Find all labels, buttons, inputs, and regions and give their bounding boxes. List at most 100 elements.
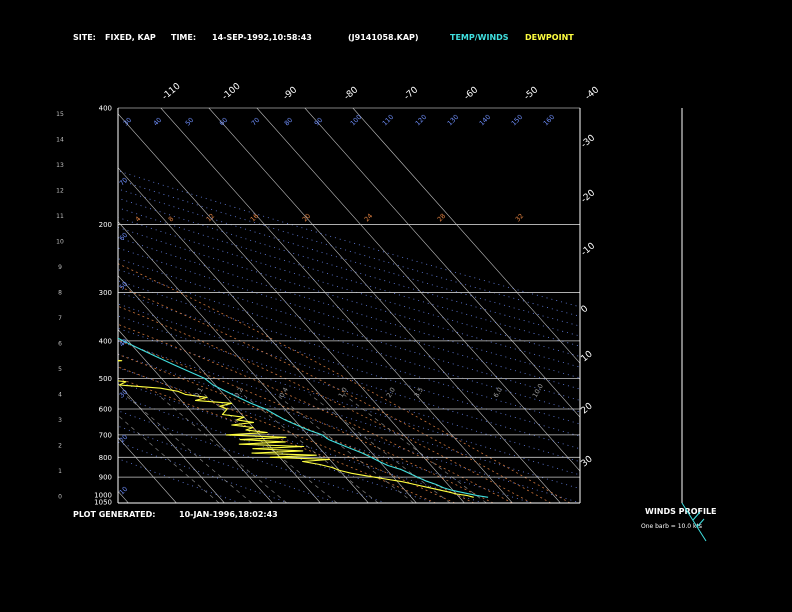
isotherm-right-label: 10 [580, 349, 595, 364]
pressure-tick-label: 900 [99, 474, 112, 482]
isotherm-line [160, 108, 513, 503]
dry-adiabat-label: 150 [510, 113, 524, 127]
height-tick-label: 10 [56, 239, 64, 246]
moist-adiabat [118, 285, 551, 503]
mixing-ratio-line [309, 394, 451, 503]
isotherm-top-label: -60 [463, 85, 481, 102]
height-tick-label: 4 [58, 392, 62, 399]
pressure-tick-label: 700 [99, 431, 112, 439]
isotherm-top-label: -50 [523, 85, 541, 102]
dry-adiabat-label: 160 [542, 113, 556, 127]
isotherm-line [118, 382, 225, 503]
wind-barb [692, 511, 701, 521]
dry-adiabat [118, 237, 580, 379]
isotherm-line [118, 113, 465, 503]
height-tick-label: 6 [58, 341, 62, 348]
isotherm-line [118, 275, 321, 503]
height-tick-label: 15 [56, 111, 64, 118]
height-tick-label: 13 [56, 162, 64, 169]
isotherm-right-label: -20 [580, 188, 598, 205]
pressure-tick-label: 200 [99, 221, 112, 229]
height-tick-label: 14 [56, 137, 64, 144]
isotherm-line [256, 108, 580, 472]
dry-adiabat [118, 291, 580, 437]
profiles [118, 337, 489, 498]
moist-adiabat [118, 366, 455, 503]
isotherm-top-label: -110 [161, 81, 183, 102]
axis-labels: 4002003004005006007008009001000105015141… [56, 81, 601, 506]
mixing-ratio-label: 2.0 [385, 386, 397, 399]
height-tick-label: 5 [58, 366, 62, 373]
dry-adiabat [118, 217, 580, 357]
dry-adiabat [118, 197, 580, 337]
moist-adiabat-label: 28 [436, 212, 448, 224]
moist-adiabat-label: 16 [249, 212, 261, 224]
height-tick-label: 7 [58, 315, 62, 322]
dry-adiabat-label: 80 [283, 116, 295, 128]
dry-adiabat [118, 226, 580, 368]
dry-adiabat-label: 10 [118, 485, 130, 497]
isotherm-line [118, 490, 129, 503]
height-tick-label: 9 [58, 264, 62, 271]
isotherm-right-label: -30 [580, 133, 598, 150]
skew-t-diagram: 4002003004005006007008009001000105015141… [0, 81, 707, 542]
moist-adiabat-label: 24 [363, 212, 375, 224]
moist-adiabat [118, 377, 436, 503]
isotherm-top-label: -90 [282, 85, 300, 102]
dry-adiabat-label: 70 [250, 116, 262, 128]
mixing-ratio-label: 3.5 [413, 386, 425, 399]
isotherm-line [0, 108, 80, 503]
dry-adiabat [118, 247, 580, 390]
mixing-ratio-line [343, 394, 487, 503]
dry-adiabat-label: 110 [381, 113, 395, 127]
isobars [118, 224, 580, 478]
isotherm-right-label: 20 [580, 401, 595, 416]
dry-adiabat [118, 280, 580, 425]
dry-adiabat [118, 269, 580, 413]
dry-adiabat [118, 207, 580, 347]
isotherm-line [352, 108, 580, 364]
dry-adiabat [118, 395, 435, 503]
dry-adiabat-label: 120 [414, 113, 428, 127]
pressure-tick-label: 1050 [94, 499, 112, 507]
moist-adiabat-label: 4 [134, 215, 143, 224]
dry-adiabat [118, 353, 580, 503]
pressure-tick-label: 400 [99, 337, 112, 345]
isotherm-top-label: -100 [221, 81, 243, 102]
isotherm-top-label: -80 [343, 85, 361, 102]
dry-adiabat-label: 50 [184, 116, 196, 128]
isotherm-top-label: -40 [584, 85, 602, 102]
moist-adiabat-label: 32 [514, 212, 526, 224]
mixing-ratio-label: 10.0 [531, 382, 545, 399]
moist-adiabat [118, 339, 494, 503]
dry-adiabat-label: 130 [446, 113, 460, 127]
mixing-ratio-label: 1.0 [337, 386, 349, 399]
isotherm-line [118, 221, 369, 503]
mixing-ratio-label: 0.2 [233, 386, 245, 399]
moist-adiabat [118, 323, 513, 503]
height-tick-label: 8 [58, 290, 62, 297]
dry-adiabat [118, 188, 580, 327]
height-tick-label: 12 [56, 188, 64, 195]
wind-barb [696, 518, 705, 528]
isotherm-top-label: -70 [403, 85, 421, 102]
mixing-ratio-line [124, 394, 253, 503]
dry-adiabat-label: 100 [349, 113, 363, 127]
pressure-tick-label: 600 [99, 405, 112, 413]
pressure-tick-label: 400 [99, 105, 112, 113]
isotherm-line [118, 329, 273, 503]
mixing-ratio-line [275, 394, 415, 503]
dry-adiabat-label: 70 [118, 176, 130, 188]
height-tick-label: 3 [58, 417, 62, 424]
height-tick-label: 2 [58, 443, 62, 450]
isotherm-line [0, 108, 32, 503]
dewpoint-line [118, 359, 474, 498]
dry-adiabat-label: 140 [478, 113, 492, 127]
plot-frame [117, 107, 581, 504]
dry-adiabat [118, 340, 580, 490]
dry-adiabat-label: 50 [118, 280, 130, 292]
height-tick-label: 0 [58, 494, 62, 501]
pressure-tick-label: 800 [99, 454, 112, 462]
isotherm-line [304, 108, 580, 418]
dry-adiabat [118, 425, 338, 503]
